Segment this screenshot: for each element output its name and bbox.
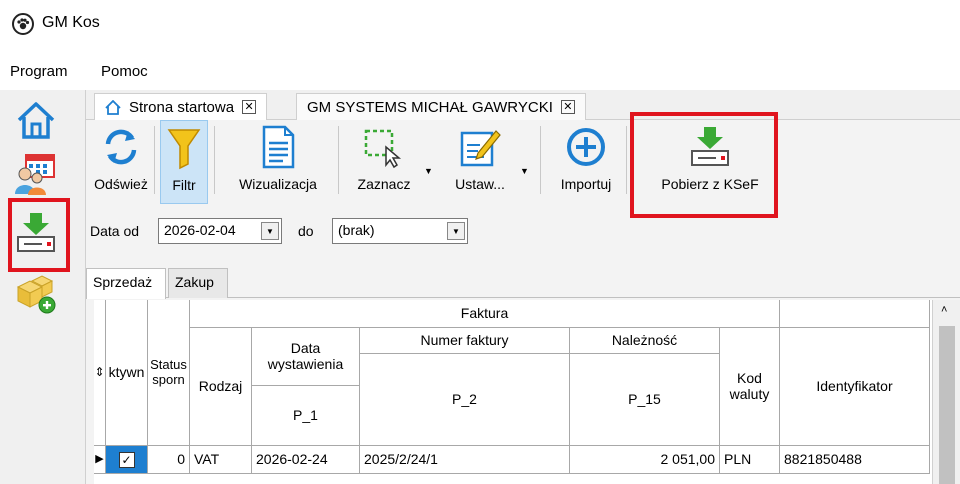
chevron-up-icon[interactable]: ˄ — [941, 304, 947, 316]
main-area: Strona startowa ✕ GM SYSTEMS MICHAŁ GAWR… — [86, 90, 960, 484]
home-icon — [17, 102, 55, 139]
separator — [338, 126, 339, 194]
chevron-down-icon[interactable]: ▼ — [447, 222, 465, 240]
fetch-ksef-label: Pobierz z KSeF — [661, 176, 759, 192]
date-from-combo[interactable]: 2026-02-04 ▼ — [158, 218, 282, 244]
date-to-label: do — [298, 223, 314, 239]
cell-type: VAT — [190, 446, 252, 474]
left-toolbar — [0, 90, 86, 484]
download-tray-icon — [17, 213, 55, 252]
document-tabs: Strona startowa ✕ GM SYSTEMS MICHAŁ GAWR… — [86, 90, 960, 120]
cell-identifier: 8821850488 — [780, 446, 930, 474]
vertical-scrollbar[interactable]: ˄ — [932, 300, 960, 484]
menu-bar: Program Pomoc — [0, 54, 960, 90]
visualization-button[interactable]: Wizualizacja — [228, 120, 328, 204]
col-currency[interactable]: Kod waluty — [720, 328, 780, 446]
edit-icon — [458, 120, 502, 174]
home-icon — [105, 99, 121, 115]
plus-circle-icon — [565, 120, 607, 174]
chevron-down-icon[interactable]: ▼ — [424, 166, 433, 176]
menu-help[interactable]: Pomoc — [101, 63, 148, 80]
row-selector-arrow-icon[interactable]: ▶ — [94, 446, 106, 474]
import-label: Importuj — [560, 176, 612, 192]
cell-amount: 2 051,00 — [570, 446, 720, 474]
select-cursor-icon — [362, 120, 406, 174]
date-to-combo[interactable]: (brak) ▼ — [332, 218, 468, 244]
refresh-button[interactable]: Odśwież — [92, 120, 150, 204]
settings-label: Ustaw... — [455, 176, 505, 192]
tab-start-page[interactable]: Strona startowa ✕ — [94, 93, 268, 120]
close-icon[interactable]: ✕ — [242, 100, 257, 114]
filter-label: Filtr — [172, 177, 196, 193]
scrollbar-thumb[interactable] — [939, 326, 955, 484]
sort-arrows-icon[interactable]: ⇕ — [94, 300, 106, 446]
funnel-icon — [166, 121, 202, 175]
col-amount[interactable]: Należność — [570, 328, 720, 354]
chevron-down-icon[interactable]: ▼ — [520, 166, 529, 176]
invoice-grid: ⇕ ktywn Status sporn Faktura Rodzaj Data… — [94, 300, 960, 484]
menu-program[interactable]: Program — [10, 63, 68, 80]
tab-sales[interactable]: Sprzedaż — [86, 268, 166, 299]
date-to-value: (brak) — [338, 222, 375, 238]
tab-company-label: GM SYSTEMS MICHAŁ GAWRYCKI — [307, 98, 553, 116]
boxes-add-icon — [16, 275, 56, 314]
col-invoice-number[interactable]: Numer faktury — [360, 328, 570, 354]
col-active[interactable]: ktywn — [106, 300, 148, 446]
cell-date: 2026-02-24 — [252, 446, 360, 474]
home-button[interactable] — [10, 94, 62, 146]
group-header-blank — [780, 300, 930, 328]
cell-number: 2025/2/24/1 — [360, 446, 570, 474]
active-checkbox[interactable]: ✓ — [118, 451, 135, 468]
settings-button[interactable]: Ustaw... — [444, 120, 516, 204]
col-invoice-number-code: P_2 — [360, 354, 570, 446]
ribbon-toolbar: Odśwież Filtr Wizualizacja Zaznacz ▼ Ust… — [86, 120, 960, 206]
fetch-ksef-side-button[interactable] — [10, 206, 62, 258]
separator — [540, 126, 541, 194]
import-button[interactable]: Importuj — [552, 120, 620, 204]
cell-currency: PLN — [720, 446, 780, 474]
app-paw-icon — [12, 13, 34, 35]
cell-status: 0 — [148, 446, 190, 474]
filter-bar: Data od 2026-02-04 ▼ do (brak) ▼ — [86, 214, 960, 248]
tab-company[interactable]: GM SYSTEMS MICHAŁ GAWRYCKI ✕ — [296, 93, 586, 120]
col-identifier[interactable]: Identyfikator — [780, 328, 930, 446]
document-icon — [261, 120, 295, 174]
refresh-icon — [101, 120, 141, 174]
close-icon[interactable]: ✕ — [560, 100, 575, 114]
col-status[interactable]: Status sporn — [148, 300, 190, 446]
col-type[interactable]: Rodzaj — [190, 328, 252, 446]
window-title: GM Kos — [42, 14, 100, 31]
filter-button[interactable]: Filtr — [160, 120, 208, 204]
fetch-ksef-button[interactable]: Pobierz z KSeF — [640, 120, 780, 204]
date-from-value: 2026-02-04 — [164, 222, 236, 238]
date-from-label: Data od — [90, 223, 140, 239]
separator — [626, 126, 627, 194]
col-amount-code: P_15 — [570, 354, 720, 446]
chevron-down-icon[interactable]: ▼ — [261, 222, 279, 240]
visualization-label: Wizualizacja — [239, 176, 317, 192]
select-button[interactable]: Zaznacz — [348, 120, 420, 204]
tab-purchases[interactable]: Zakup — [168, 268, 228, 298]
group-header-invoice: Faktura — [190, 300, 780, 328]
separator — [214, 126, 215, 194]
download-tray-icon — [688, 120, 732, 174]
select-label: Zaznacz — [357, 176, 411, 192]
tab-start-page-label: Strona startowa — [129, 98, 235, 116]
table-row-active-cell[interactable]: ✓ — [106, 446, 148, 474]
title-bar: GM Kos — [0, 0, 960, 54]
add-package-button[interactable] — [10, 268, 62, 320]
col-issue-date-code: P_1 — [252, 386, 360, 446]
contacts-button[interactable] — [10, 148, 62, 200]
sales-purchase-tabs: Sprzedaż Zakup — [86, 268, 960, 299]
separator — [154, 126, 155, 194]
refresh-label: Odśwież — [94, 176, 148, 192]
col-issue-date[interactable]: Data wystawienia — [252, 328, 360, 386]
contacts-calendar-icon — [15, 154, 55, 195]
